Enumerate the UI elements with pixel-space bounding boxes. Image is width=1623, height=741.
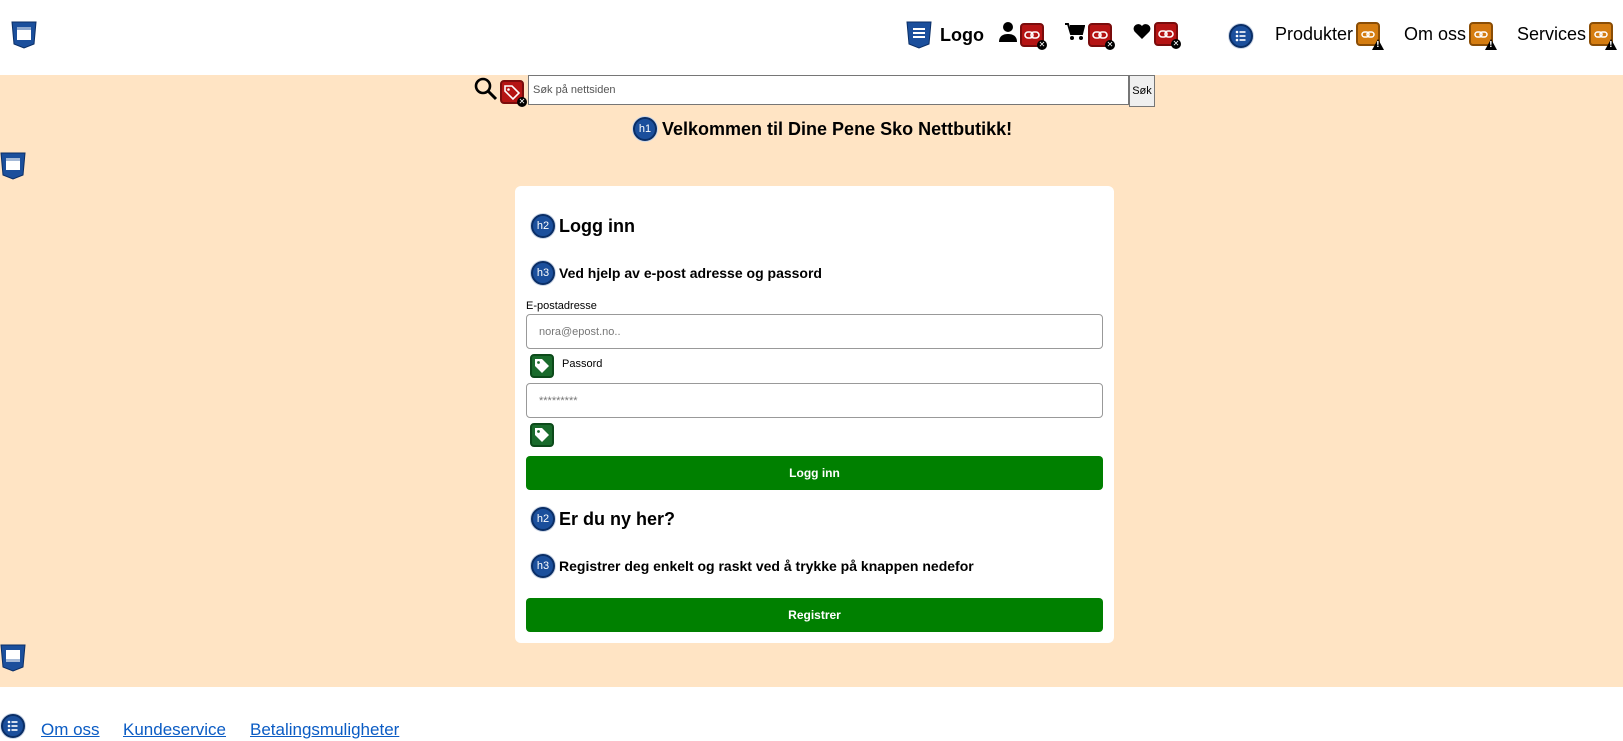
footer-link-betalingsmuligheter[interactable]: Betalingsmuligheter [250,720,399,740]
footer-landmark-icon [0,644,26,672]
search-icon [474,77,498,106]
main-landmark-icon [0,152,26,180]
link-warning-icon [1469,22,1498,50]
password-label: Passord [562,358,603,370]
menu-item-label[interactable]: Services [1517,24,1586,45]
missing-label-icon: ✕ [500,80,527,107]
email-field[interactable] [526,314,1103,349]
cart-link[interactable]: ✕ [1065,22,1115,50]
heading-level-icon: h3 [531,261,555,285]
search-form: ✕ Søk [474,75,1155,107]
menu-item-services[interactable]: Services [1517,22,1618,50]
broken-link-icon: ✕ [1154,22,1181,49]
site-footer: Om oss Kundeservice Betalingsmuligheter [0,687,1623,741]
link-warning-icon [1356,22,1385,50]
menu-item-om-oss[interactable]: Om oss [1404,22,1498,50]
user-icon [999,22,1017,47]
cart-icon [1065,22,1086,47]
email-label: E-postadresse [526,300,597,312]
broken-link-icon: ✕ [1020,22,1047,50]
password-field[interactable] [526,383,1103,418]
menu-item-label[interactable]: Om oss [1404,24,1466,45]
footer-link-om-oss[interactable]: Om oss [41,720,100,740]
register-subtitle: Registrer deg enkelt og raskt ved å tryk… [559,558,974,574]
nav-logo[interactable]: Logo [906,21,984,49]
page-title: Velkommen til Dine Pene Sko Nettbutikk! [662,118,1013,139]
list-icon [1229,24,1253,48]
nav-landmark-icon [906,21,932,49]
label-tag-icon [530,354,554,378]
search-button[interactable]: Søk [1129,75,1155,107]
login-button[interactable]: Logg inn [526,456,1103,490]
list-icon [1,714,25,738]
footer-link-kundeservice[interactable]: Kundeservice [123,720,226,740]
heart-icon [1133,23,1151,46]
login-subtitle: Ved hjelp av e-post adresse og passord [559,265,822,281]
menu-item-produkter[interactable]: Produkter [1275,22,1385,50]
site-header: Logo ✕ ✕ ✕ Produkter ! Om oss ! Services… [0,0,1623,75]
login-card: h2 Logg inn h3 Ved hjelp av e-post adres… [515,186,1114,643]
logo-text[interactable]: Logo [940,25,984,46]
register-title: Er du ny her? [559,508,676,529]
login-heading: h2 Logg inn [531,214,635,238]
welcome-heading: h1 Velkommen til Dine Pene Sko Nettbutik… [633,117,1012,141]
menu-item-label[interactable]: Produkter [1275,24,1353,45]
register-subheading: h3 Registrer deg enkelt og raskt ved å t… [531,554,974,578]
login-subheading: h3 Ved hjelp av e-post adresse og passor… [531,261,822,285]
register-heading: h2 Er du ny her? [531,507,675,531]
wishlist-link[interactable]: ✕ [1133,22,1181,49]
header-landmark-icon [11,21,37,49]
link-warning-icon [1589,22,1618,50]
account-link[interactable]: ✕ [999,22,1047,50]
heading-level-icon: h1 [633,117,657,141]
heading-level-icon: h2 [531,507,555,531]
login-title: Logg inn [559,215,635,236]
broken-link-icon: ✕ [1088,22,1115,50]
label-tag-icon [530,423,554,447]
heading-level-icon: h2 [531,214,555,238]
heading-level-icon: h3 [531,554,555,578]
register-button[interactable]: Registrer [526,598,1103,632]
search-input[interactable] [528,75,1129,105]
main-content: ✕ Søk h1 Velkommen til Dine Pene Sko Net… [0,75,1623,687]
